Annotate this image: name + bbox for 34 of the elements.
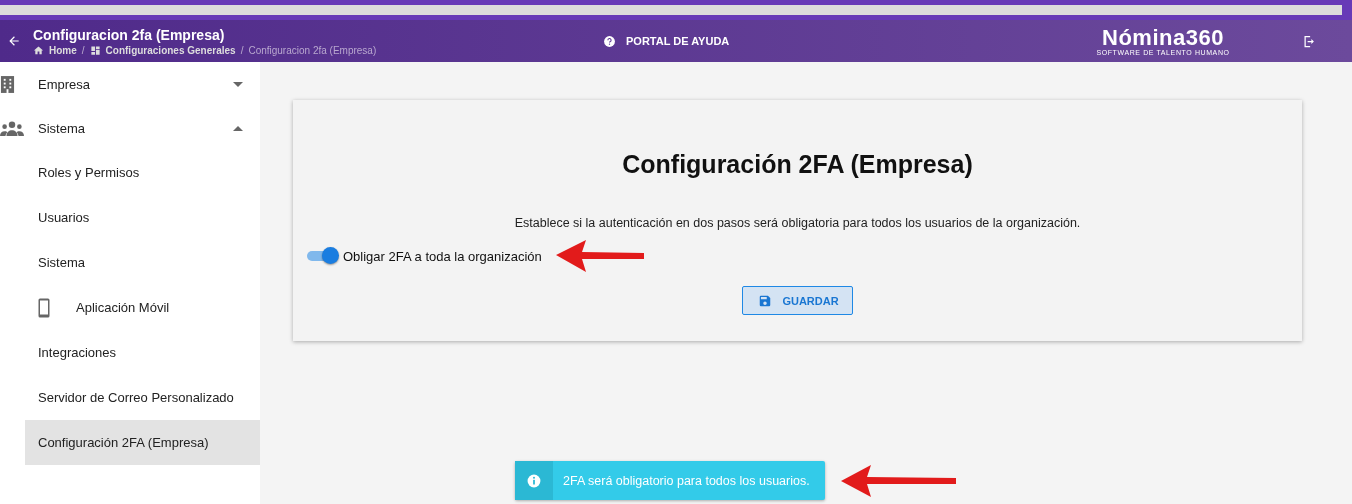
sidebar-subitem[interactable]: Integraciones [25,330,260,375]
sidebar-subitem[interactable]: Servidor de Correo Personalizado [25,375,260,420]
help-icon[interactable] [603,34,616,48]
home-icon [33,44,44,56]
sidebar-subitem[interactable]: Aplicación Móvil [25,285,260,330]
breadcrumb-separator: / [240,44,244,56]
breadcrumb-current: Configuracion 2fa (Empresa) [248,44,377,56]
logo-name: Nómina360 [1102,26,1224,49]
back-arrow-icon[interactable] [7,34,21,48]
sidebar-subitem[interactable]: Usuarios [25,195,260,240]
sidebar-subitem[interactable]: Configuración 2FA (Empresa) [25,420,260,465]
save-button[interactable]: GUARDAR [742,286,853,315]
phone-icon [38,297,50,318]
toast-message: 2FA será obligatorio para todos los usuarios. [563,473,810,488]
sidebar-item[interactable]: Empresa [0,62,260,106]
breadcrumb-separator: / [81,44,85,56]
logout-icon[interactable] [1302,33,1317,49]
sidebar-item[interactable]: Sistema [0,106,260,150]
description-text: Establece si la autenticación en dos pasos será obligatoria para todos los usuarios de la organización. [514,216,1081,230]
toggle-label: Obligar 2FA a toda la organización [343,248,542,264]
breadcrumb-link[interactable]: Home [49,44,77,56]
sidebar-subitem[interactable]: Sistema [25,240,260,285]
horizontal-scrollbar[interactable] [0,5,1342,15]
page-title: Configuracion 2fa (Empresa) [33,26,226,43]
people-icon [0,120,24,136]
breadcrumb-link[interactable]: Configuraciones Generales [105,44,236,56]
toggle-switch[interactable] [305,246,339,266]
card-title: Configuración 2FA (Empresa) [622,150,973,179]
sidebar-subitem[interactable]: Roles y Permisos [25,150,260,195]
dashboard-icon [89,44,101,56]
caret-up-icon [233,125,243,131]
help-portal-link[interactable]: PORTAL DE AYUDA [626,35,730,47]
info-icon [527,473,541,488]
caret-down-icon [233,81,243,87]
